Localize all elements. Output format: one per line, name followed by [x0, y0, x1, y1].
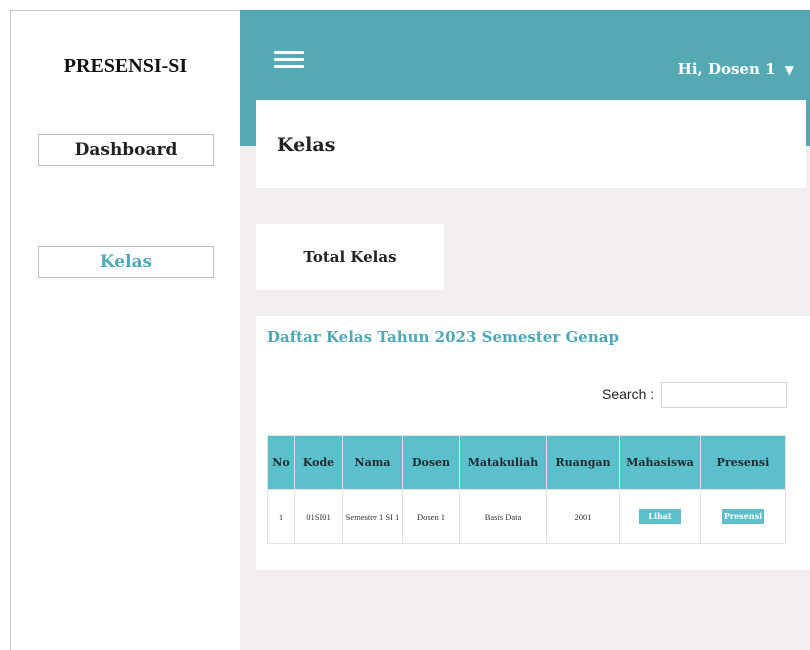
sidebar-item-dashboard[interactable]: Dashboard: [38, 134, 214, 166]
cell-no: 1: [267, 489, 295, 544]
cell-kode: 01SI01: [294, 489, 343, 544]
column-header-presensi: Presensi: [700, 435, 786, 490]
lihat-button[interactable]: Lihat: [639, 509, 681, 524]
user-menu[interactable]: Hi, Dosen 1 ▼: [678, 60, 794, 78]
brand-logo: PRESENSI-SI: [63, 55, 188, 77]
cell-mahasiswa: Lihat: [619, 489, 701, 544]
presensi-button[interactable]: Presensi: [722, 509, 764, 524]
page-title: Kelas: [277, 134, 336, 156]
sidebar-item-kelas[interactable]: Kelas: [38, 246, 214, 278]
kelas-table: No Kode Nama Dosen Matakuliah Ruangan Ma…: [267, 435, 786, 544]
chevron-down-icon: ▼: [784, 63, 794, 77]
cell-ruangan: 2001: [546, 489, 620, 544]
cell-presensi: Presensi: [700, 489, 786, 544]
column-header-matakuliah: Matakuliah: [459, 435, 547, 490]
column-header-nama: Nama: [342, 435, 403, 490]
cell-dosen: Dosen 1: [402, 489, 460, 544]
hamburger-icon[interactable]: [274, 50, 304, 70]
kelas-table-card: Daftar Kelas Tahun 2023 Semester Genap S…: [256, 316, 810, 570]
column-header-kode: Kode: [294, 435, 343, 490]
table-title: Daftar Kelas Tahun 2023 Semester Genap: [267, 328, 619, 346]
total-kelas-label: Total Kelas: [303, 248, 397, 266]
main-content: Hi, Dosen 1 ▼ Kelas Total Kelas Daftar K…: [240, 10, 810, 650]
column-header-no: No: [267, 435, 295, 490]
total-kelas-card: Total Kelas: [256, 224, 444, 290]
user-greeting: Hi, Dosen 1: [677, 60, 776, 78]
table-row: 1 01SI01 Semester 1 SI 1 Dosen 1 Basis D…: [267, 489, 786, 544]
search-label: Search :: [602, 386, 655, 402]
column-header-ruangan: Ruangan: [546, 435, 620, 490]
table-header-row: No Kode Nama Dosen Matakuliah Ruangan Ma…: [267, 435, 786, 490]
search-input[interactable]: [661, 382, 787, 408]
column-header-mahasiswa: Mahasiswa: [619, 435, 701, 490]
sidebar: PRESENSI-SI Dashboard Kelas: [11, 11, 240, 650]
cell-matakuliah: Basis Data: [459, 489, 547, 544]
page-title-card: Kelas: [256, 100, 806, 188]
cell-nama: Semester 1 SI 1: [342, 489, 403, 544]
column-header-dosen: Dosen: [402, 435, 460, 490]
